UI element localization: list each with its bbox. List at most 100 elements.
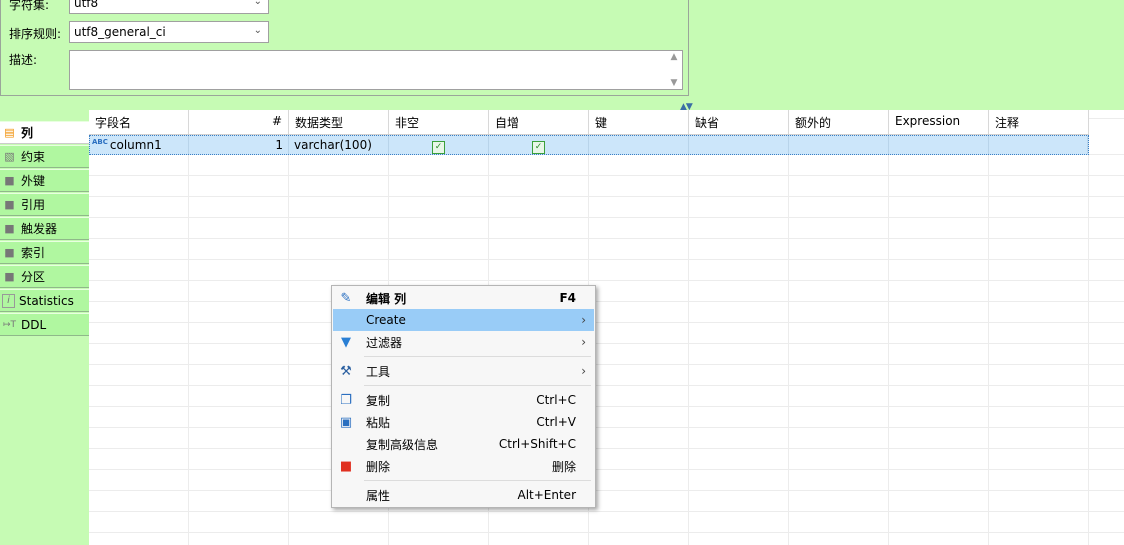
header-comment[interactable]: 注释 [989,110,1089,134]
menu-item-copy-advanced[interactable]: 复制高级信息 Ctrl+Shift+C [333,433,594,455]
tab-label: 列 [21,126,34,140]
chevron-right-icon: › [581,335,586,349]
menu-separator [364,480,591,481]
string-type-icon: ABC [92,138,108,146]
tab-indexes[interactable]: ■ 索引 [0,241,89,264]
menu-shortcut: Alt+Enter [517,488,576,502]
context-menu: ✎ 编辑 列 F4 Create › ▼ 过滤器 › ⚒ 工具 › ❐ 复制 C… [331,285,596,508]
columns-icon: ▤ [4,126,15,139]
cell-number[interactable]: 1 [189,136,289,154]
header-auto-inc[interactable]: 自增 [489,110,589,134]
tab-statistics[interactable]: i Statistics [0,289,89,312]
header-type[interactable]: 数据类型 [289,110,389,134]
chevron-right-icon: › [581,313,586,327]
menu-label: 删除 [366,459,391,474]
cell-extra[interactable] [789,136,889,154]
menu-item-tools[interactable]: ⚒ 工具 › [333,360,594,382]
cell-name[interactable]: ABC column1 [90,136,189,154]
tab-ddl[interactable]: ↦T DDL [0,313,89,336]
menu-separator [364,356,591,357]
menu-label: Create [366,313,406,327]
trash-icon: ■ [339,458,353,474]
columns-grid[interactable]: 字段名 # 数据类型 非空 自增 键 缺省 额外的 Expression 注释 … [89,110,1124,545]
tab-label: Statistics [19,293,74,308]
cell-type[interactable]: varchar(100) [289,136,389,154]
tab-label: 约束 [21,150,46,164]
checkbox-not-null[interactable]: ✓ [432,141,445,154]
scroll-up-icon[interactable]: ▲ [668,52,680,62]
charset-combo[interactable]: utf8 ⌄ [69,0,269,14]
menu-shortcut: Ctrl+C [536,393,576,407]
cell-default[interactable] [689,136,789,154]
cell-auto-inc[interactable]: ✓ [489,136,589,154]
checkbox-auto-inc[interactable]: ✓ [532,141,545,154]
paste-icon: ▣ [339,414,353,430]
chevron-down-icon: ⌄ [253,25,262,36]
cell-expression[interactable] [889,136,989,154]
properties-panel: 字符集: utf8 ⌄ 排序规则: utf8_general_ci ⌄ 描述: … [0,0,689,96]
column-name: column1 [109,138,162,152]
menu-shortcut: F4 [559,291,576,305]
menu-item-properties[interactable]: 属性 Alt+Enter [333,484,594,506]
tab-partitions[interactable]: ■ 分区 [0,265,89,288]
folder-icon: ■ [4,246,15,259]
menu-label: 粘贴 [366,415,391,430]
header-expression[interactable]: Expression [889,110,989,134]
chevron-right-icon: › [581,364,586,378]
menu-label: 复制 [366,393,391,408]
menu-label: 编辑 列 [366,291,407,306]
tab-references[interactable]: ■ 引用 [0,193,89,216]
description-label: 描述: [9,53,38,67]
menu-item-copy[interactable]: ❐ 复制 Ctrl+C [333,389,594,411]
folder-icon: ■ [4,198,15,211]
tab-columns[interactable]: ▤ 列 [0,121,89,144]
menu-label: 属性 [366,488,391,503]
charset-value: utf8 [74,0,99,10]
header-extra[interactable]: 额外的 [789,110,889,134]
tab-label: 触发器 [21,222,58,236]
header-default[interactable]: 缺省 [689,110,789,134]
menu-item-paste[interactable]: ▣ 粘贴 Ctrl+V [333,411,594,433]
collation-label: 排序规则: [9,27,62,41]
header-name[interactable]: 字段名 [89,110,189,134]
info-icon: i [2,293,15,308]
tab-label: 外键 [21,174,46,188]
charset-label: 字符集: [9,0,50,12]
table-row[interactable]: ABC column1 1 varchar(100) ✓ ✓ [89,135,1089,155]
menu-label: 工具 [366,364,391,379]
collation-value: utf8_general_ci [74,25,166,39]
side-tabs: ▤ 列 ▧ 约束 ■ 外键 ■ 引用 ■ 触发器 ■ 索引 ■ 分区 i Sta… [0,121,89,337]
menu-item-filter[interactable]: ▼ 过滤器 › [333,331,594,353]
ddl-icon: ↦T [2,319,17,330]
menu-shortcut: Ctrl+V [536,415,576,429]
tab-foreign-keys[interactable]: ■ 外键 [0,169,89,192]
menu-shortcut: Ctrl+Shift+C [498,437,576,451]
menu-label: 复制高级信息 [366,437,439,452]
chevron-down-icon: ⌄ [253,0,262,7]
tab-label: 引用 [21,198,46,212]
pencil-icon: ✎ [340,290,352,306]
constraint-icon: ▧ [4,150,15,163]
cell-not-null[interactable]: ✓ [389,136,489,154]
menu-item-create[interactable]: Create › [333,309,594,331]
menu-item-edit-column[interactable]: ✎ 编辑 列 F4 [333,287,594,309]
menu-item-delete[interactable]: ■ 删除 删除 [333,455,594,477]
cell-key[interactable] [589,136,689,154]
tab-triggers[interactable]: ■ 触发器 [0,217,89,240]
header-not-null[interactable]: 非空 [389,110,489,134]
tools-icon: ⚒ [340,363,352,379]
tab-label: DDL [21,317,47,332]
header-key[interactable]: 键 [589,110,689,134]
scroll-down-icon[interactable]: ▼ [668,78,680,88]
folder-icon: ■ [4,270,15,283]
tab-constraints[interactable]: ▧ 约束 [0,145,89,168]
tab-label: 分区 [21,270,46,284]
grid-header: 字段名 # 数据类型 非空 自增 键 缺省 额外的 Expression 注释 [89,110,1089,135]
menu-label: 过滤器 [366,335,403,350]
description-textarea[interactable]: ▲ ▼ [69,50,683,90]
header-number[interactable]: # [189,110,289,134]
collation-combo[interactable]: utf8_general_ci ⌄ [69,21,269,43]
folder-icon: ■ [4,174,15,187]
tab-label: 索引 [21,246,46,260]
cell-comment[interactable] [989,136,1088,154]
